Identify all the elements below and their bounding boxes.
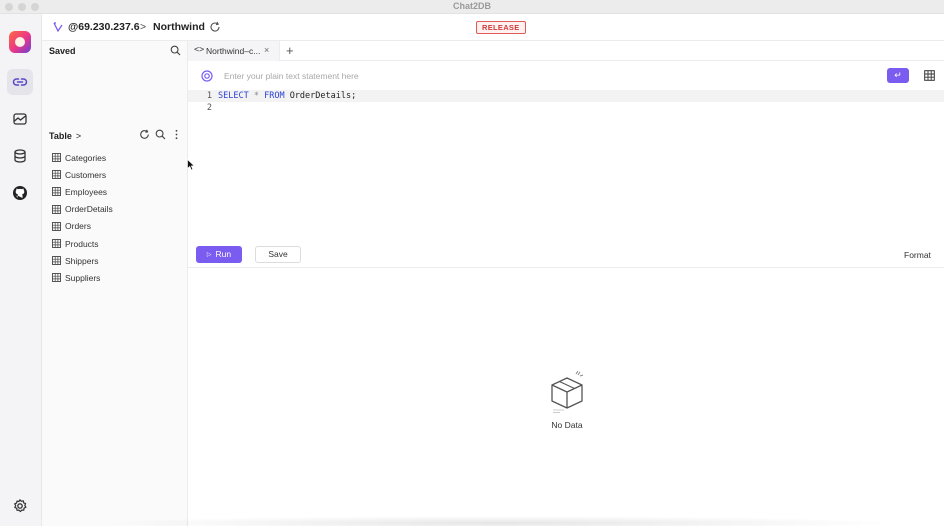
table-icon xyxy=(52,221,61,231)
chevron-right-icon: > xyxy=(75,131,82,141)
table-item-label: OrderDetails xyxy=(65,204,113,215)
table-icon xyxy=(52,273,61,283)
connections-icon[interactable] xyxy=(7,69,33,95)
table-item-label: Categories xyxy=(65,152,107,163)
line-number: 2 xyxy=(206,103,212,113)
tab-console[interactable]: <> Northwind–c... × xyxy=(188,41,280,61)
tab-strip: <> Northwind–c... × + xyxy=(188,41,944,61)
code-icon: <> xyxy=(194,45,205,55)
close-tab-icon[interactable]: × xyxy=(264,45,269,55)
add-tab-button[interactable]: + xyxy=(286,43,294,58)
dock-shadow xyxy=(100,516,900,526)
mouse-cursor-icon xyxy=(187,159,195,171)
table-item-label: Shippers xyxy=(65,255,99,266)
refresh-tables-icon[interactable] xyxy=(139,129,150,140)
sql-editor[interactable]: 1 SELECT * FROM OrderDetails; 2 xyxy=(188,89,944,241)
breadcrumb-separator: > xyxy=(140,21,147,33)
table-item[interactable]: Categories xyxy=(52,149,182,166)
connection-bar: @69.230.237.6 > Northwind RELEASE xyxy=(0,14,944,41)
code-token: SELECT xyxy=(218,91,249,101)
empty-box-icon xyxy=(551,370,584,413)
ai-assistant-icon xyxy=(201,70,213,82)
sidebar: Saved Table > Categories Customers Employee… xyxy=(42,41,188,526)
editor-line[interactable]: 2 xyxy=(188,102,944,114)
table-icon xyxy=(52,239,61,248)
nav-rail xyxy=(0,14,42,526)
code-token: OrderDetails; xyxy=(284,91,357,101)
play-icon: ▷ xyxy=(206,252,212,258)
run-button[interactable]: ▷ Run xyxy=(196,246,242,263)
more-options-icon[interactable] xyxy=(171,129,182,140)
table-list: Categories Customers Employees OrderDetails… xyxy=(52,149,182,287)
table-item[interactable]: Suppliers xyxy=(52,269,182,286)
run-label: Run xyxy=(215,249,232,259)
settings-icon[interactable] xyxy=(7,493,33,519)
results-panel: No Data xyxy=(188,268,944,526)
table-icon xyxy=(52,204,61,214)
table-item-label: Products xyxy=(65,238,99,249)
saved-heading: Saved xyxy=(49,46,76,56)
database-icon[interactable] xyxy=(7,143,33,169)
no-data-label: No Data xyxy=(551,420,583,430)
table-item[interactable]: Customers xyxy=(52,166,182,183)
search-tables-icon[interactable] xyxy=(155,129,166,140)
window-title: Chat2DB xyxy=(452,1,491,11)
table-item[interactable]: Products xyxy=(52,235,182,252)
table-icon xyxy=(52,170,61,180)
release-badge: RELEASE xyxy=(476,21,526,34)
editor-actions: ▷ Run Save Format xyxy=(188,241,944,268)
search-icon[interactable] xyxy=(170,45,181,56)
window-titlebar: Chat2DB xyxy=(0,0,944,14)
save-button[interactable]: Save xyxy=(255,246,301,263)
table-item[interactable]: OrderDetails xyxy=(52,201,182,218)
app-logo[interactable] xyxy=(9,31,31,53)
table-item[interactable]: Shippers xyxy=(52,252,182,269)
refresh-icon[interactable] xyxy=(209,21,221,33)
ai-prompt-bar: ↵ xyxy=(188,62,944,89)
table-icon xyxy=(52,256,61,266)
code-token: FROM xyxy=(264,91,285,101)
dashboard-icon[interactable] xyxy=(7,106,33,132)
natural-language-input[interactable] xyxy=(224,69,824,83)
table-item-label: Orders xyxy=(65,221,91,232)
table-heading: Table xyxy=(49,131,72,141)
table-item-label: Employees xyxy=(65,186,108,197)
code-text: SELECT * FROM OrderDetails; xyxy=(218,91,356,101)
submit-prompt-button[interactable]: ↵ xyxy=(887,68,909,83)
tab-label: Northwind–c... xyxy=(206,46,261,56)
table-grid-icon[interactable] xyxy=(924,70,935,81)
connection-host[interactable]: @69.230.237.6 xyxy=(68,21,140,33)
table-section-header[interactable]: Table > xyxy=(49,131,81,141)
github-icon[interactable] xyxy=(7,180,33,206)
connection-icon xyxy=(53,22,63,33)
table-icon xyxy=(52,187,61,197)
editor-line[interactable]: 1 SELECT * FROM OrderDetails; xyxy=(188,90,944,102)
table-item-label: Customers xyxy=(65,169,107,180)
table-icon xyxy=(52,153,61,163)
table-item[interactable]: Employees xyxy=(52,183,182,200)
table-item-label: Suppliers xyxy=(65,272,101,283)
table-item[interactable]: Orders xyxy=(52,218,182,235)
format-button[interactable]: Format xyxy=(904,250,931,260)
line-number: 1 xyxy=(206,91,212,101)
database-name[interactable]: Northwind xyxy=(153,21,205,33)
